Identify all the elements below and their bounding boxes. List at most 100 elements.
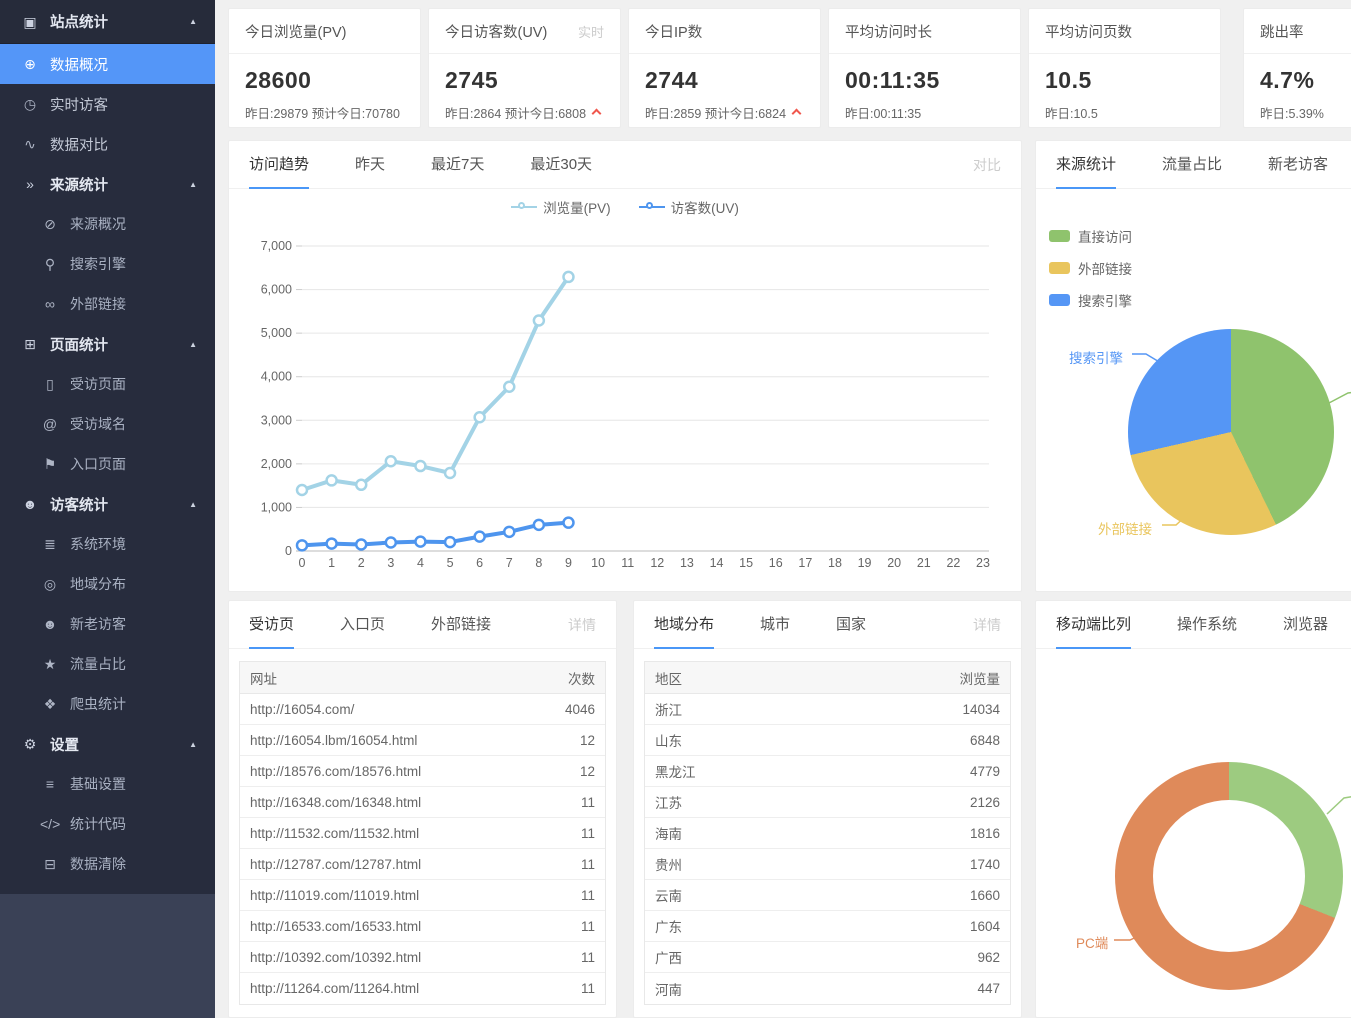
sidebar-item[interactable]: ∞外部链接 xyxy=(0,284,215,324)
table-cell-key[interactable]: 山东 xyxy=(655,730,960,750)
link-icon: ∞ xyxy=(40,297,60,311)
legend-swatch-icon xyxy=(1049,294,1070,306)
table-cell-value: 1816 xyxy=(970,826,1000,841)
region-tab[interactable]: 城市 xyxy=(760,601,790,649)
sidebar-item[interactable]: ☻新老访客 xyxy=(0,604,215,644)
table-row: http://11532.com/11532.html11 xyxy=(240,818,605,849)
svg-text:14: 14 xyxy=(710,556,724,570)
sidebar-item[interactable]: ≣系统环境 xyxy=(0,524,215,564)
trend-panel: 访问趋势昨天最近7天最近30天 对比 浏览量(PV) 访客数(UV) 01,0002… xyxy=(228,140,1022,592)
stat-card: 跳出率4.7%昨日:5.39% xyxy=(1243,8,1351,128)
collapse-caret-icon[interactable]: ▲ xyxy=(189,500,197,509)
collapse-caret-icon[interactable]: ▲ xyxy=(189,17,197,26)
table-cell-key[interactable]: 广西 xyxy=(655,947,967,967)
table-cell-key[interactable]: http://16533.com/16533.html xyxy=(250,919,571,934)
table-cell-key[interactable]: 贵州 xyxy=(655,854,960,874)
table-cell-value: 4779 xyxy=(970,764,1000,779)
trend-tab[interactable]: 访问趋势 xyxy=(249,141,309,189)
source-tab[interactable]: 流量占比 xyxy=(1162,141,1222,189)
sidebar-item[interactable]: @受访域名 xyxy=(0,404,215,444)
sidebar-item[interactable]: ∿数据对比 xyxy=(0,124,215,164)
collapse-caret-icon[interactable]: ▲ xyxy=(189,740,197,749)
table-cell-key[interactable]: 河南 xyxy=(655,979,967,999)
table-cell-key[interactable]: http://16054.com/ xyxy=(250,702,555,717)
trend-tab[interactable]: 最近30天 xyxy=(530,141,592,189)
legend-item[interactable]: 外部链接 xyxy=(1049,258,1132,278)
svg-text:1: 1 xyxy=(328,556,335,570)
collapse-caret-icon[interactable]: ▲ xyxy=(189,340,197,349)
svg-text:18: 18 xyxy=(828,556,842,570)
sidebar-item[interactable]: ⚑入口页面 xyxy=(0,444,215,484)
table-cell-key[interactable]: http://11019.com/11019.html xyxy=(250,888,571,903)
table-row: 海南 1816 xyxy=(645,818,1010,849)
sidebar-group[interactable]: »来源统计▲ xyxy=(0,164,215,204)
table-cell-key[interactable]: 海南 xyxy=(655,823,960,843)
legend-item[interactable]: 访客数(UV) xyxy=(639,197,739,217)
trend-line-chart[interactable]: 01,0002,0003,0004,0005,0006,0007,0000123… xyxy=(229,226,1023,576)
region-action-link[interactable]: 详情 xyxy=(973,615,1001,635)
region-tab[interactable]: 地域分布 xyxy=(654,601,714,649)
realtime-badge[interactable]: 实时 xyxy=(578,22,604,41)
trend-action-link[interactable]: 对比 xyxy=(973,155,1001,175)
table-cell-key[interactable]: 浙江 xyxy=(655,699,952,719)
sidebar-group[interactable]: ▣站点统计▲ xyxy=(0,0,215,44)
table-cell-value: 4046 xyxy=(565,702,595,717)
pages-action-link[interactable]: 详情 xyxy=(568,615,596,635)
table-cell-key[interactable]: 广东 xyxy=(655,916,960,936)
table-row: http://16054.lbm/16054.html12 xyxy=(240,725,605,756)
legend-item[interactable]: 浏览量(PV) xyxy=(511,197,611,217)
table-cell-key[interactable]: 江苏 xyxy=(655,792,960,812)
table-cell-key[interactable]: 黑龙江 xyxy=(655,761,960,781)
mobile-tab[interactable]: 操作系统 xyxy=(1177,601,1237,649)
code-icon: </> xyxy=(40,817,60,831)
table-cell-key[interactable]: http://18576.com/18576.html xyxy=(250,764,570,779)
table-cell-key[interactable]: http://16054.lbm/16054.html xyxy=(250,733,570,748)
source-tab[interactable]: 来源统计 xyxy=(1056,141,1116,189)
stat-card-subtext: 昨日:5.39% xyxy=(1244,94,1351,122)
sidebar-item[interactable]: ❖爬虫统计 xyxy=(0,684,215,724)
sidebar-item[interactable]: ⚲搜索引擎 xyxy=(0,244,215,284)
table-cell-key[interactable]: http://12787.com/12787.html xyxy=(250,857,571,872)
table-cell-key[interactable]: 云南 xyxy=(655,885,960,905)
sidebar-item-label: 来源概况 xyxy=(70,214,126,234)
table-header-row: 地区浏览量 xyxy=(645,662,1010,694)
pages-tab[interactable]: 外部链接 xyxy=(431,601,491,649)
table-cell-key[interactable]: http://16348.com/16348.html xyxy=(250,795,571,810)
table-cell-key[interactable]: http://11264.com/11264.html xyxy=(250,981,571,996)
trend-tab[interactable]: 最近7天 xyxy=(431,141,484,189)
bug-icon: ❖ xyxy=(40,697,60,711)
pages-tab[interactable]: 入口页 xyxy=(340,601,385,649)
region-tab[interactable]: 国家 xyxy=(836,601,866,649)
stat-card-header: 平均访问页数 xyxy=(1029,9,1220,54)
legend-swatch-icon xyxy=(1049,230,1070,242)
sidebar-item[interactable]: </>统计代码 xyxy=(0,804,215,844)
collapse-caret-icon[interactable]: ▲ xyxy=(189,180,197,189)
user-icon: ☻ xyxy=(40,617,60,631)
gear-icon: ⚙ xyxy=(20,737,40,751)
trend-legend: 浏览量(PV) 访客数(UV) xyxy=(229,197,1021,217)
sidebar-group[interactable]: ⚙设置▲ xyxy=(0,724,215,764)
legend-item[interactable]: 直接访问 xyxy=(1049,226,1132,246)
sidebar-group[interactable]: ⊞页面统计▲ xyxy=(0,324,215,364)
pages-tab[interactable]: 受访页 xyxy=(249,601,294,649)
star-icon: ★ xyxy=(40,657,60,671)
trend-up-icon xyxy=(792,109,802,119)
mobile-tab[interactable]: 浏览器 xyxy=(1283,601,1328,649)
stat-card: 今日IP数2744昨日:2859 预计今日:6824 xyxy=(628,8,821,128)
sidebar-item[interactable]: ◎地域分布 xyxy=(0,564,215,604)
sidebar-item[interactable]: ★流量占比 xyxy=(0,644,215,684)
source-tab[interactable]: 新老访客 xyxy=(1268,141,1328,189)
stat-card-header: 平均访问时长 xyxy=(829,9,1020,54)
sidebar-group[interactable]: ☻访客统计▲ xyxy=(0,484,215,524)
sidebar-item[interactable]: ⊘来源概况 xyxy=(0,204,215,244)
sidebar-item[interactable]: ⊟数据清除 xyxy=(0,844,215,884)
sidebar-item[interactable]: ▯受访页面 xyxy=(0,364,215,404)
mobile-tab[interactable]: 移动端比列 xyxy=(1056,601,1131,649)
sidebar-item[interactable]: ≡基础设置 xyxy=(0,764,215,804)
table-cell-key[interactable]: http://10392.com/10392.html xyxy=(250,950,571,965)
table-cell-key[interactable]: http://11532.com/11532.html xyxy=(250,826,571,841)
sidebar-item[interactable]: ◷实时访客 xyxy=(0,84,215,124)
sidebar-item[interactable]: ⊕数据概况 xyxy=(0,44,215,84)
legend-item[interactable]: 搜索引擎 xyxy=(1049,290,1132,310)
trend-tab[interactable]: 昨天 xyxy=(355,141,385,189)
